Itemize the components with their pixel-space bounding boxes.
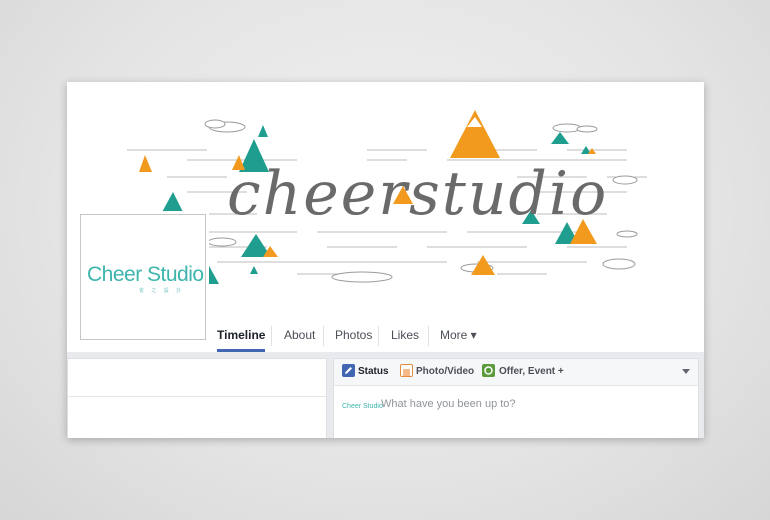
tab-divider [378,326,379,346]
offer-icon [482,364,495,377]
profile-logo-text: Cheer Studio [87,263,204,286]
tab-divider [271,326,272,346]
tab-more[interactable]: More ▾ [440,328,477,352]
chevron-down-icon[interactable] [682,369,690,374]
tab-divider [323,326,324,346]
facebook-page-mockup: cheerstudio Timeline About Photos Likes … [67,82,704,438]
profile-logo-subtitle: 雀 之 設 計 [139,288,185,294]
card-divider [68,396,326,397]
post-composer: Status Photo/Video Offer, Event + Cheer … [333,358,699,438]
tab-divider [428,326,429,346]
composer-tab-offer-event[interactable]: Offer, Event + [499,366,564,377]
tab-timeline[interactable]: Timeline [217,328,266,352]
status-input[interactable]: What have you been up to? [381,398,516,410]
tab-about[interactable]: About [284,328,315,352]
left-column-card [67,358,327,438]
pencil-icon [342,364,355,377]
composer-tab-photo-video[interactable]: Photo/Video [416,366,474,377]
profile-picture[interactable]: Cheer Studio 雀 之 設 計 [80,214,206,340]
cover-title: cheerstudio [227,159,609,229]
photo-icon [400,364,413,377]
composer-avatar: Cheer Studio [342,403,383,410]
composer-tab-status[interactable]: Status [358,366,389,377]
tab-likes[interactable]: Likes [391,328,419,352]
tab-photos[interactable]: Photos [335,328,372,352]
composer-tabs: Status Photo/Video Offer, Event + [334,359,698,386]
